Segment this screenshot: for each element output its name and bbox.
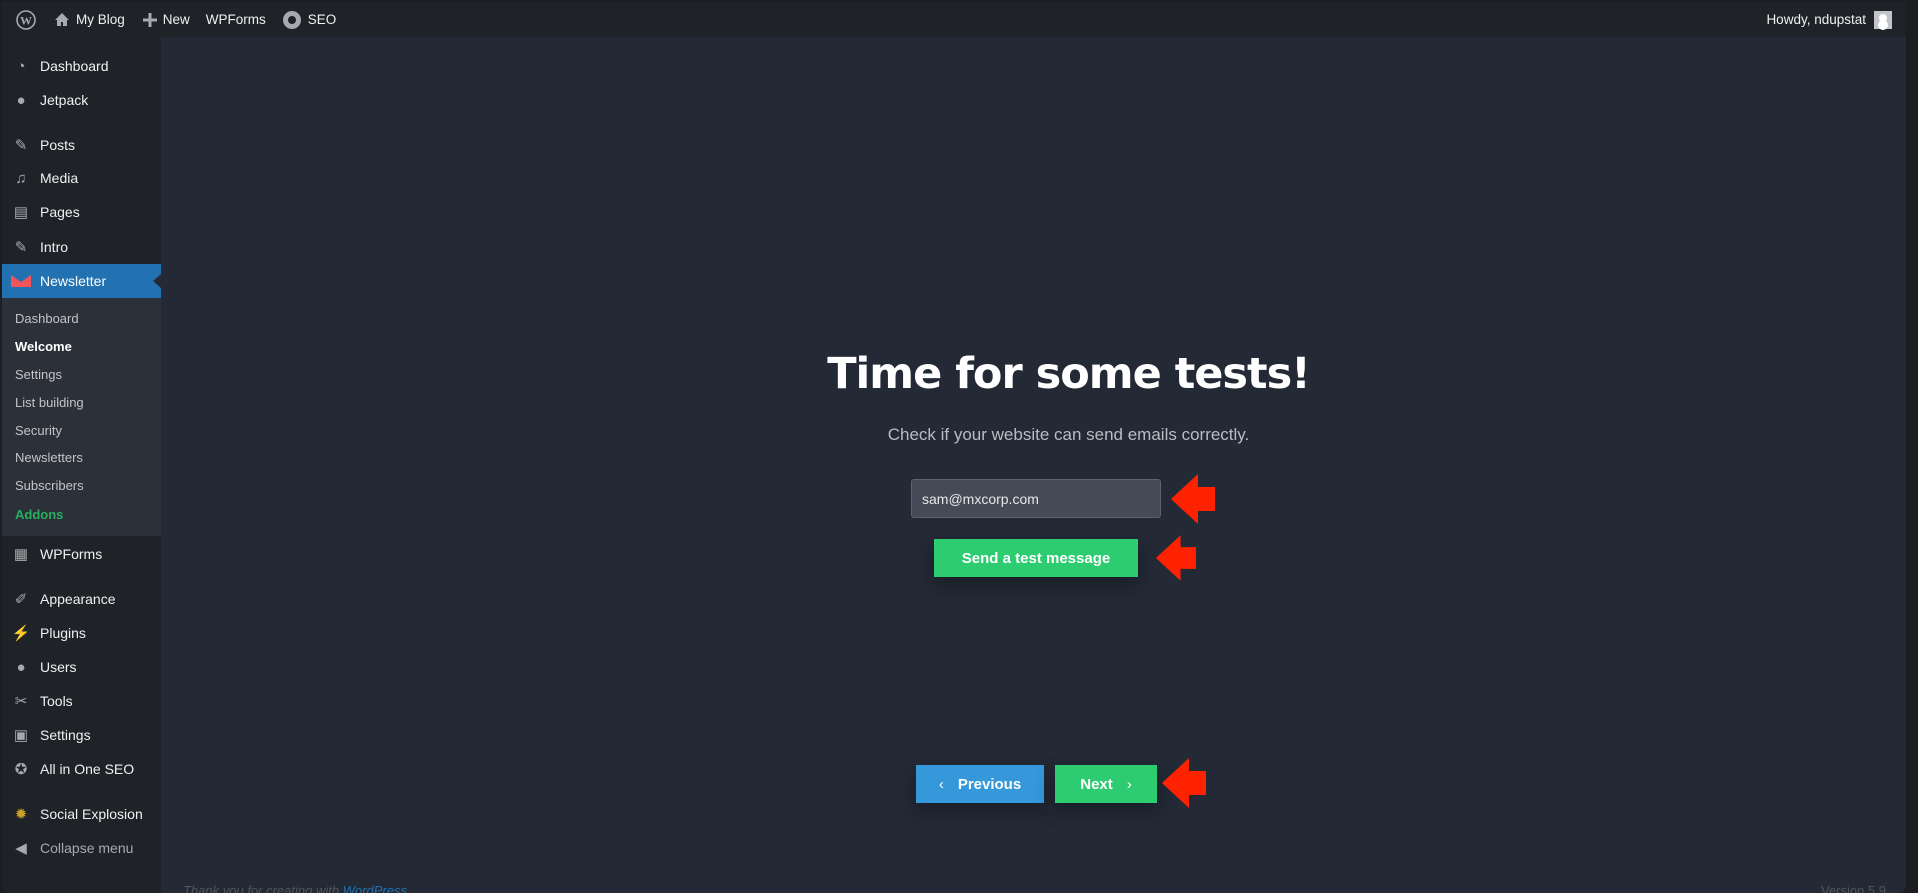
sidebar-item-label: Settings [40,727,91,743]
sidebar-item-jetpack[interactable]: ● Jetpack [2,83,161,117]
sidebar-item-all-in-one-seo[interactable]: ✪ All in One SEO [2,752,161,786]
footer-version: Version 5.9 [1820,883,1886,893]
aioseo-icon [282,10,301,29]
sidebar-item-label: Newsletter [40,273,107,289]
next-label: Next [1080,775,1113,793]
sidebar-item-label: WPForms [40,546,103,562]
submenu-welcome[interactable]: Welcome [15,339,72,354]
adminbar-label: My Blog [76,12,125,27]
sidebar-item-label: Media [40,170,79,186]
collapse-menu-button[interactable]: ◀ Collapse menu [2,831,161,865]
footer-text: Thank you for creating with [183,883,343,893]
media-icon: ♫ [15,169,27,187]
sidebar-item-newsletter[interactable]: Newsletter [2,264,161,298]
newsletter-submenu: Dashboard Welcome Settings List building… [2,298,161,536]
sidebar-item-label: Intro [40,239,69,255]
sidebar-item-label: Pages [40,204,80,220]
user-icon: ● [16,658,26,676]
adminbar-label: New [162,12,190,27]
sidebar-item-dashboard[interactable]: ◔ Dashboard [2,49,161,83]
footer-thanks: Thank you for creating with WordPress [183,883,407,893]
submenu-dashboard[interactable]: Dashboard [15,311,79,326]
sidebar-item-tools[interactable]: ✂ Tools [2,684,161,718]
collapse-icon: ◀ [15,840,27,857]
sidebar-item-label: Social Explosion [40,806,143,822]
sidebar-item-label: Plugins [40,625,86,641]
sidebar-item-label: Tools [40,693,73,709]
wrench-icon: ✂ [14,693,28,710]
page-subtitle: Check if your website can send emails co… [887,425,1250,444]
bomb-icon: ✹ [14,806,28,823]
adminbar-seo[interactable]: SEO [282,10,337,30]
submenu-newsletters[interactable]: Newsletters [15,450,83,465]
submenu-list-building[interactable]: List building [15,395,84,410]
next-button[interactable]: Next › [1055,765,1157,803]
jetpack-icon: ● [16,91,26,109]
test-email-input[interactable] [911,479,1161,518]
sidebar-item-social-explosion[interactable]: ✹ Social Explosion [2,797,161,831]
submenu-settings[interactable]: Settings [15,367,62,382]
sidebar-item-label: Posts [40,137,76,153]
red-arrow-icon [1156,535,1196,581]
chevron-left-icon: ‹ [938,775,944,793]
red-arrow-icon [1162,758,1206,808]
adminbar-new[interactable]: New [142,12,190,27]
adminbar-my-blog[interactable]: My Blog [54,12,125,28]
page-title: Time for some tests! [827,349,1311,399]
wordpress-link[interactable]: WordPress [343,883,407,893]
plus-icon [142,12,157,27]
sidebar-item-wpforms[interactable]: ▦ WPForms [2,537,161,571]
sidebar-item-appearance[interactable]: ✐ Appearance [2,582,161,616]
sidebar-item-posts[interactable]: ✎ Posts [2,128,161,162]
sidebar-item-plugins[interactable]: ⚡ Plugins [2,616,161,650]
sidebar-item-label: Appearance [40,591,116,607]
pin-icon: ✎ [14,239,28,256]
pages-icon: ▤ [13,204,29,221]
sidebar-item-label: Users [40,659,77,675]
newsletter-icon [11,271,31,291]
previous-button[interactable]: ‹ Previous [916,765,1044,803]
adminbar-label: WPForms [205,12,266,27]
sidebar-item-label: Jetpack [40,92,89,108]
submenu-addons[interactable]: Addons [15,507,63,522]
howdy-text: Howdy, ndupstat [1766,12,1866,27]
sidebar-item-pages[interactable]: ▤ Pages [2,195,161,229]
submenu-subscribers[interactable]: Subscribers [15,478,84,493]
wordpress-logo-icon[interactable]: W [16,9,36,30]
sidebar-item-intro[interactable]: ✎ Intro [2,230,161,264]
sidebar-item-settings[interactable]: ▣ Settings [2,718,161,752]
admin-bar: W My Blog New WPForms SEO Howdy, ndupsta… [2,2,1906,37]
window: W My Blog New WPForms SEO Howdy, ndupsta… [2,2,1906,893]
sidebar-item-users[interactable]: ● Users [2,650,161,684]
pin-icon: ✎ [14,137,28,154]
adminbar-label: SEO [307,12,337,27]
submenu-security[interactable]: Security [15,423,62,438]
wpforms-icon: ▦ [13,546,29,563]
send-label: Send a test message [961,549,1111,567]
main-content: Time for some tests! Check if your websi… [161,37,1906,893]
adminbar-wpforms[interactable]: WPForms [206,12,266,27]
chevron-right-icon: › [1126,775,1132,793]
aioseo-icon: ✪ [14,761,28,778]
settings-icon: ▣ [13,727,29,744]
sidebar-item-label: All in One SEO [40,761,135,777]
brush-icon: ✐ [14,591,28,608]
red-arrow-icon [1171,474,1215,524]
collapse-label: Collapse menu [40,840,134,856]
svg-text:W: W [20,13,32,27]
home-icon [55,12,69,26]
sidebar-item-label: Dashboard [40,58,109,74]
plug-icon: ⚡ [11,625,31,642]
avatar [1874,10,1892,29]
account-menu[interactable]: Howdy, ndupstat [1766,2,1892,37]
previous-label: Previous [957,775,1022,793]
sidebar-item-media[interactable]: ♫ Media [2,161,161,195]
send-test-message-button[interactable]: Send a test message [934,539,1138,577]
dashboard-icon: ◔ [16,57,26,75]
